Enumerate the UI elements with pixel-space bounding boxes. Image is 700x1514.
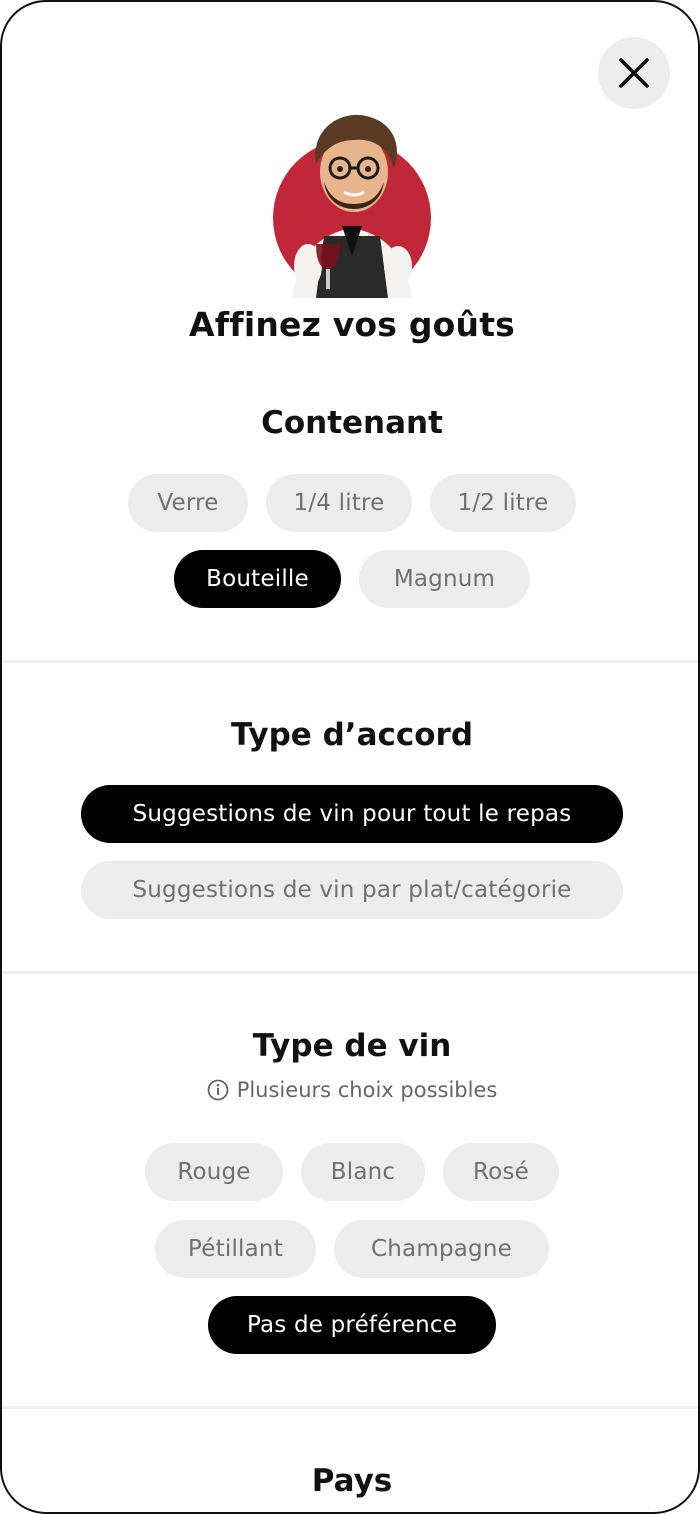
chip-magnum[interactable]: Magnum [359,550,530,608]
section-divider [2,971,698,974]
chip-quart-litre[interactable]: 1/4 litre [266,474,412,532]
chip-bouteille[interactable]: Bouteille [174,550,341,608]
section-title-vin: Type de vin [252,1028,452,1064]
section-divider [2,660,698,663]
page-title: Affinez vos goûts [188,305,516,344]
chip-pas-de-preference[interactable]: Pas de préférence [208,1296,496,1354]
chip-accord-plat[interactable]: Suggestions de vin par plat/catégorie [81,861,623,919]
multi-choice-hint: Plusieurs choix possibles [2,1078,698,1102]
section-title-contenant: Contenant [261,405,443,441]
chip-demi-litre[interactable]: 1/2 litre [430,474,576,532]
close-icon [619,58,649,88]
chip-rouge[interactable]: Rouge [145,1143,283,1201]
chip-rose[interactable]: Rosé [443,1143,559,1201]
chip-champagne[interactable]: Champagne [334,1220,549,1278]
hint-text: Plusieurs choix possibles [236,1078,498,1102]
chip-accord-repas[interactable]: Suggestions de vin pour tout le repas [81,785,623,843]
close-button[interactable] [598,37,670,109]
info-icon [207,1079,229,1101]
chip-verre[interactable]: Verre [128,474,248,532]
chip-petillant[interactable]: Pétillant [155,1220,316,1278]
chip-blanc[interactable]: Blanc [301,1143,425,1201]
filter-sheet: Affinez vos goûts Contenant Verre 1/4 li… [0,0,700,1514]
section-divider [2,1406,698,1409]
section-title-accord: Type d’accord [230,717,474,753]
sommelier-avatar [273,114,431,298]
section-title-pays: Pays [311,1463,393,1499]
